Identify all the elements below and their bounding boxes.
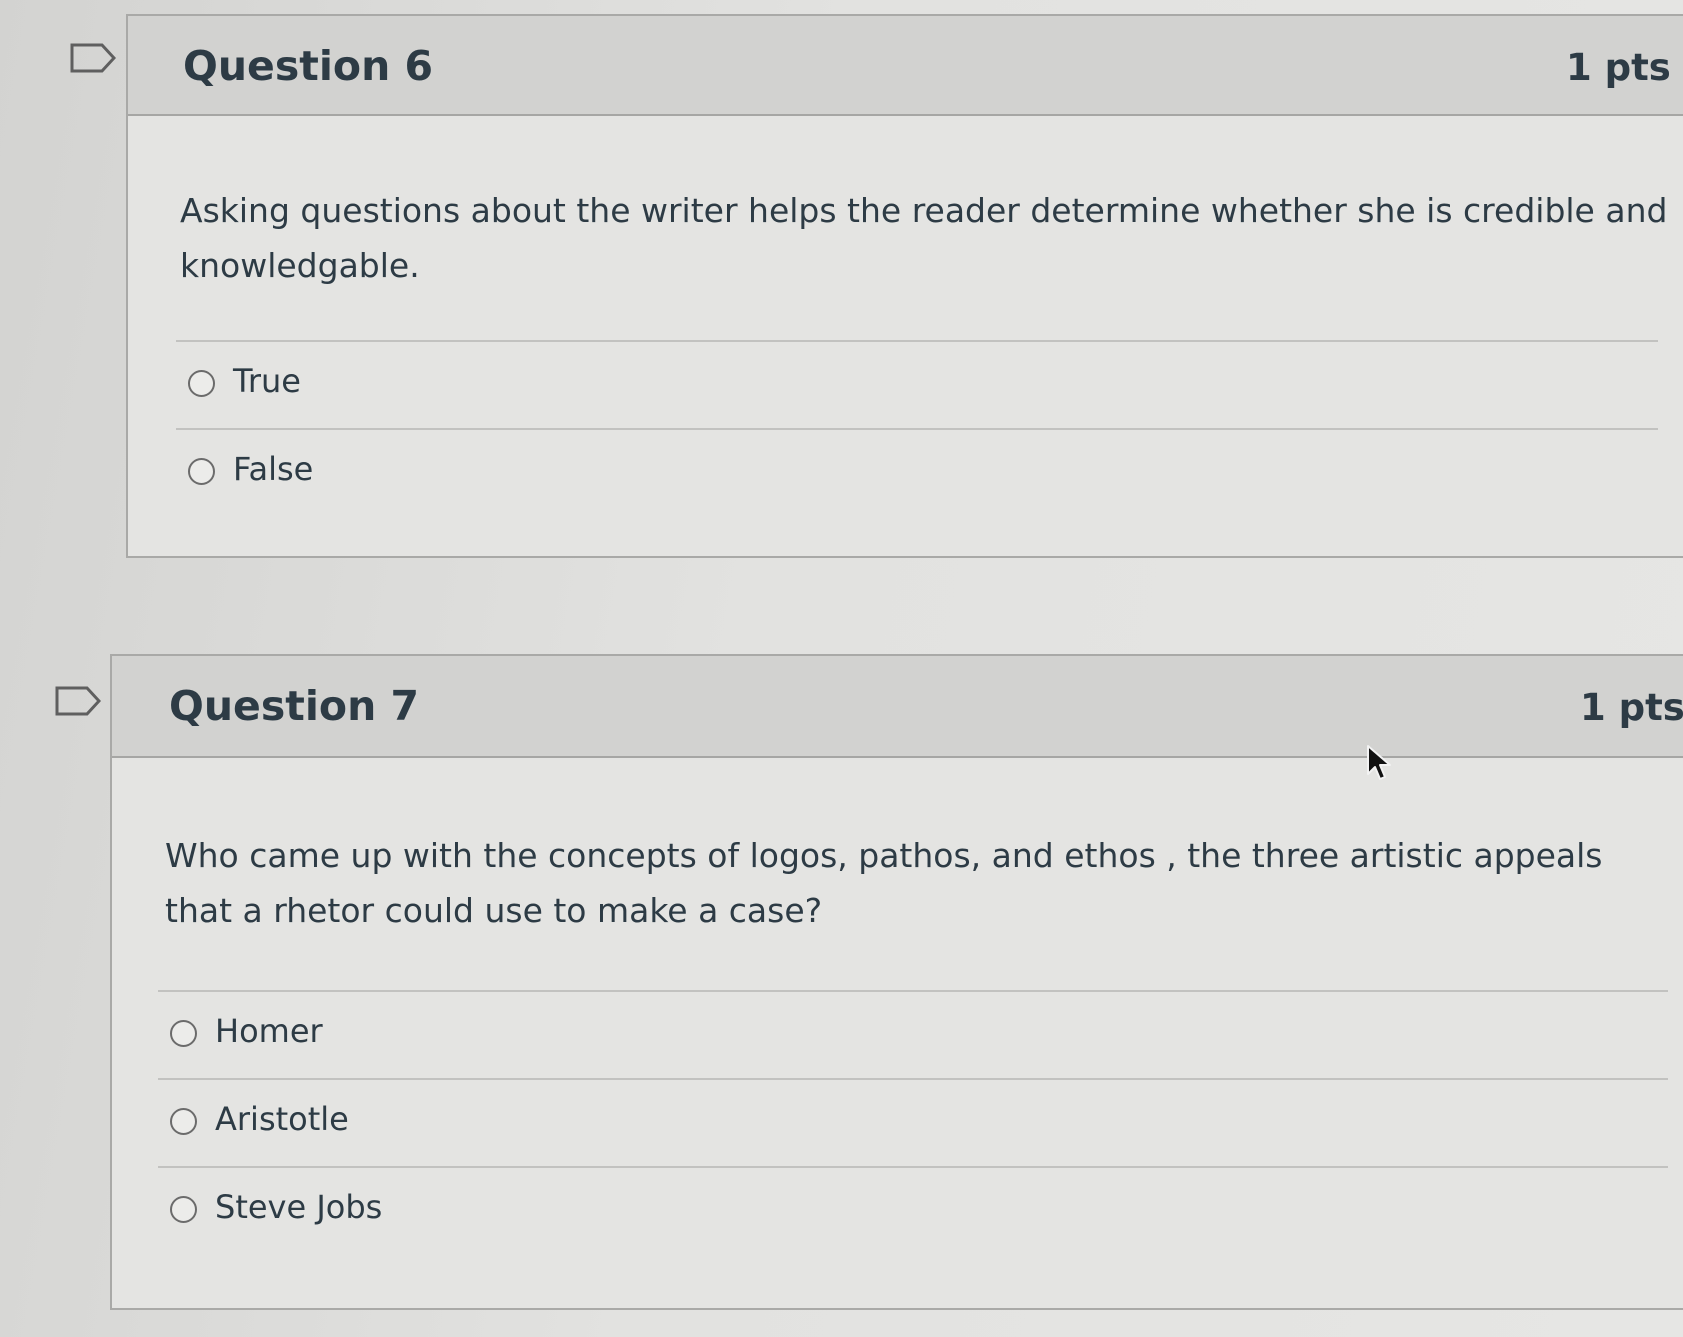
question-6-answers: True False — [176, 340, 1658, 516]
answer-true-label: True — [233, 362, 301, 400]
radio-true[interactable] — [188, 370, 215, 397]
radio-aristotle[interactable] — [170, 1108, 197, 1135]
question-7-header: Question 7 1 pts — [112, 656, 1683, 758]
question-7-title: Question 7 — [169, 682, 420, 730]
answer-homer[interactable]: Homer — [158, 990, 1668, 1078]
question-6-header: Question 6 1 pts — [128, 16, 1683, 116]
question-6-card: Question 6 1 pts Asking questions about … — [126, 14, 1683, 558]
answer-true[interactable]: True — [176, 340, 1658, 428]
question-6-text: Asking questions about the writer helps … — [180, 191, 1668, 285]
answer-steve-jobs[interactable]: Steve Jobs — [158, 1166, 1668, 1254]
answer-aristotle[interactable]: Aristotle — [158, 1078, 1668, 1166]
question-6-points: 1 pts — [1566, 46, 1671, 89]
mouse-pointer-icon — [1367, 745, 1391, 780]
answer-false[interactable]: False — [176, 428, 1658, 516]
radio-homer[interactable] — [170, 1020, 197, 1047]
answer-steve-jobs-label: Steve Jobs — [215, 1188, 383, 1226]
flag-question-7-icon[interactable] — [55, 686, 101, 716]
answer-aristotle-label: Aristotle — [215, 1100, 349, 1138]
flag-question-6-icon[interactable] — [70, 43, 116, 73]
question-7-answers: Homer Aristotle Steve Jobs — [158, 990, 1668, 1254]
answer-false-label: False — [233, 450, 314, 488]
question-7-points: 1 pts — [1580, 686, 1683, 729]
question-6-title: Question 6 — [183, 42, 434, 90]
radio-steve-jobs[interactable] — [170, 1196, 197, 1223]
radio-false[interactable] — [188, 458, 215, 485]
question-7-card: Question 7 1 pts Who came up with the co… — [110, 654, 1683, 1310]
question-7-text: Who came up with the concepts of logos, … — [165, 836, 1603, 930]
answer-homer-label: Homer — [215, 1012, 323, 1050]
